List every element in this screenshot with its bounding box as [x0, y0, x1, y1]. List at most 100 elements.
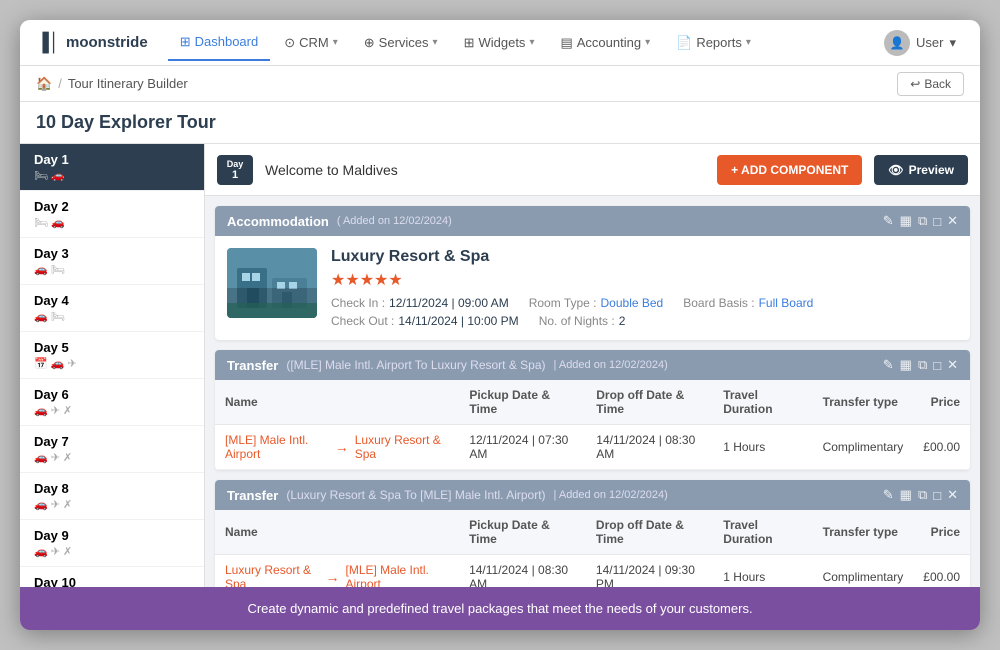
- transfer1-col-dropoff: Drop off Date & Time: [586, 380, 713, 425]
- sidebar-item-day2[interactable]: Day 2 🛏 🚗: [20, 191, 204, 238]
- transfer1-col-type: Transfer type: [813, 380, 914, 425]
- nights-value: 2: [619, 314, 626, 328]
- accommodation-header-left: Accommodation ( Added on 12/02/2024): [227, 214, 452, 229]
- crm-icon: ⊙: [284, 35, 295, 51]
- add-component-button[interactable]: + ADD COMPONENT: [717, 155, 862, 185]
- copy-icon[interactable]: ⧉: [918, 213, 927, 229]
- hotel-info: Luxury Resort & Spa ★★★★★ Check In : 12/…: [331, 248, 958, 328]
- day2-label: Day 2: [34, 199, 190, 214]
- check-out-value: 14/11/2024 | 10:00 PM: [398, 314, 518, 328]
- day4-icons: 🚗 🛏: [34, 310, 190, 323]
- transfer2-price-cell: £00.00: [913, 555, 970, 588]
- home-icon[interactable]: 🏠: [36, 76, 52, 92]
- services-icon: ⊕: [364, 35, 375, 51]
- main-content: Day 1 🛏 🚗 Day 2 🛏 🚗 Day 3 🚗 🛏 Day 4 🚗 🛏 …: [20, 144, 980, 587]
- transfer1-grid-icon[interactable]: ▦: [900, 357, 912, 373]
- sidebar-item-day10[interactable]: Day 10 🚗 ✈ ✗: [20, 567, 204, 587]
- transfer1-square-icon[interactable]: □: [933, 358, 941, 373]
- day-title: Welcome to Maldives: [265, 162, 705, 178]
- transfer2-to: [MLE] Male Intl. Airport: [345, 563, 449, 587]
- accommodation-added: ( Added on 12/02/2024): [337, 215, 452, 227]
- day5-icons: 📅 🚗 ✈: [34, 357, 190, 370]
- transfer2-edit-icon[interactable]: ✎: [883, 487, 894, 503]
- transfer1-duration-cell: 1 Hours: [713, 425, 812, 470]
- breadcrumb-sep: /: [58, 76, 62, 91]
- transfer2-col-name: Name: [215, 510, 459, 555]
- board-basis-detail: Board Basis : Full Board: [683, 296, 813, 310]
- day3-icons: 🚗 🛏: [34, 263, 190, 276]
- transfer1-pickup-cell: 12/11/2024 | 07:30 AM: [459, 425, 586, 470]
- page-title: 10 Day Explorer Tour: [36, 112, 964, 133]
- transfer1-col-pickup: Pickup Date & Time: [459, 380, 586, 425]
- day3-label: Day 3: [34, 246, 190, 261]
- check-in-label: Check In :: [331, 296, 385, 310]
- transfer1-header-row: Name Pickup Date & Time Drop off Date & …: [215, 380, 970, 425]
- sidebar-item-day8[interactable]: Day 8 🚗 ✈ ✗: [20, 473, 204, 520]
- transfer1-added: | Added on 12/02/2024): [554, 359, 668, 371]
- transfer1-edit-icon[interactable]: ✎: [883, 357, 894, 373]
- nav-widgets[interactable]: ⊞ Widgets ▾: [452, 25, 547, 61]
- sidebar-item-day9[interactable]: Day 9 🚗 ✈ ✗: [20, 520, 204, 567]
- top-nav: ▐│ moonstride ⊞ Dashboard ⊙ CRM ▾ ⊕ Serv…: [20, 20, 980, 66]
- square-icon[interactable]: □: [933, 214, 941, 229]
- check-out-detail: Check Out : 14/11/2024 | 10:00 PM: [331, 314, 519, 328]
- check-in-value: 12/11/2024 | 09:00 AM: [389, 296, 509, 310]
- edit-icon[interactable]: ✎: [883, 213, 894, 229]
- logo-text: moonstride: [66, 34, 148, 51]
- accommodation-section: Accommodation ( Added on 12/02/2024) ✎ ▦…: [215, 206, 970, 340]
- sidebar-item-day4[interactable]: Day 4 🚗 🛏: [20, 285, 204, 332]
- transfer1-copy-icon[interactable]: ⧉: [918, 357, 927, 373]
- transfer1-row: [MLE] Male Intl. Airport → Luxury Resort…: [215, 425, 970, 470]
- transfer1-section: Transfer ([MLE] Male Intl. Airport To Lu…: [215, 350, 970, 470]
- accommodation-title: Accommodation: [227, 214, 329, 229]
- sidebar-item-day3[interactable]: Day 3 🚗 🛏: [20, 238, 204, 285]
- grid-icon[interactable]: ▦: [900, 213, 912, 229]
- day-badge: Day 1: [217, 155, 253, 185]
- transfer2-square-icon[interactable]: □: [933, 488, 941, 503]
- nights-label: No. of Nights :: [539, 314, 615, 328]
- user-menu[interactable]: 👤 User ▾: [876, 26, 964, 60]
- preview-button[interactable]: 👁 Preview: [874, 155, 968, 185]
- transfer2-copy-icon[interactable]: ⧉: [918, 487, 927, 503]
- transfer1-route-cell: [MLE] Male Intl. Airport → Luxury Resort…: [225, 433, 449, 461]
- reports-arrow-icon: ▾: [746, 37, 751, 48]
- room-type-detail: Room Type : Double Bed: [529, 296, 664, 310]
- transfer2-duration-cell: 1 Hours: [713, 555, 812, 588]
- day8-label: Day 8: [34, 481, 190, 496]
- nav-crm[interactable]: ⊙ CRM ▾: [272, 25, 350, 61]
- user-arrow-icon: ▾: [949, 35, 956, 51]
- transfer1-close-icon[interactable]: ✕: [947, 357, 958, 373]
- close-icon[interactable]: ✕: [947, 213, 958, 229]
- transfer2-title: Transfer: [227, 488, 278, 503]
- nav-reports[interactable]: 📄 Reports ▾: [664, 25, 763, 61]
- transfer1-col-name: Name: [215, 380, 459, 425]
- transfer1-actions: ✎ ▦ ⧉ □ ✕: [883, 357, 958, 373]
- nav-dashboard[interactable]: ⊞ Dashboard: [168, 25, 271, 61]
- nav-items: ⊞ Dashboard ⊙ CRM ▾ ⊕ Services ▾ ⊞ Widge…: [168, 25, 876, 61]
- nav-services[interactable]: ⊕ Services ▾: [352, 25, 450, 61]
- transfer2-grid-icon[interactable]: ▦: [900, 487, 912, 503]
- day-header: Day 1 Welcome to Maldives + ADD COMPONEN…: [205, 144, 980, 196]
- content-area: Day 1 Welcome to Maldives + ADD COMPONEN…: [205, 144, 980, 587]
- day4-label: Day 4: [34, 293, 190, 308]
- room-type-value: Double Bed: [601, 296, 664, 310]
- widgets-icon: ⊞: [464, 35, 475, 51]
- breadcrumb: 🏠 / Tour Itinerary Builder ↩ Back: [20, 66, 980, 102]
- day5-label: Day 5: [34, 340, 190, 355]
- transfer2-close-icon[interactable]: ✕: [947, 487, 958, 503]
- sidebar-item-day1[interactable]: Day 1 🛏 🚗: [20, 144, 204, 191]
- back-button[interactable]: ↩ Back: [897, 72, 964, 96]
- accommodation-header: Accommodation ( Added on 12/02/2024) ✎ ▦…: [215, 206, 970, 236]
- sidebar-item-day6[interactable]: Day 6 🚗 ✈ ✗: [20, 379, 204, 426]
- accounting-icon: ▤: [560, 35, 572, 51]
- sidebar-item-day5[interactable]: Day 5 📅 🚗 ✈: [20, 332, 204, 379]
- transfer2-col-duration: Travel Duration: [713, 510, 812, 555]
- transfer2-header-row: Name Pickup Date & Time Drop off Date & …: [215, 510, 970, 555]
- sidebar: Day 1 🛏 🚗 Day 2 🛏 🚗 Day 3 🚗 🛏 Day 4 🚗 🛏 …: [20, 144, 205, 587]
- crm-arrow-icon: ▾: [333, 37, 338, 48]
- hotel-details: Check In : 12/11/2024 | 09:00 AM Room Ty…: [331, 296, 958, 310]
- footer-banner: Create dynamic and predefined travel pac…: [20, 587, 980, 630]
- transfer1-type-cell: Complimentary: [813, 425, 914, 470]
- nav-accounting[interactable]: ▤ Accounting ▾: [548, 25, 662, 61]
- sidebar-item-day7[interactable]: Day 7 🚗 ✈ ✗: [20, 426, 204, 473]
